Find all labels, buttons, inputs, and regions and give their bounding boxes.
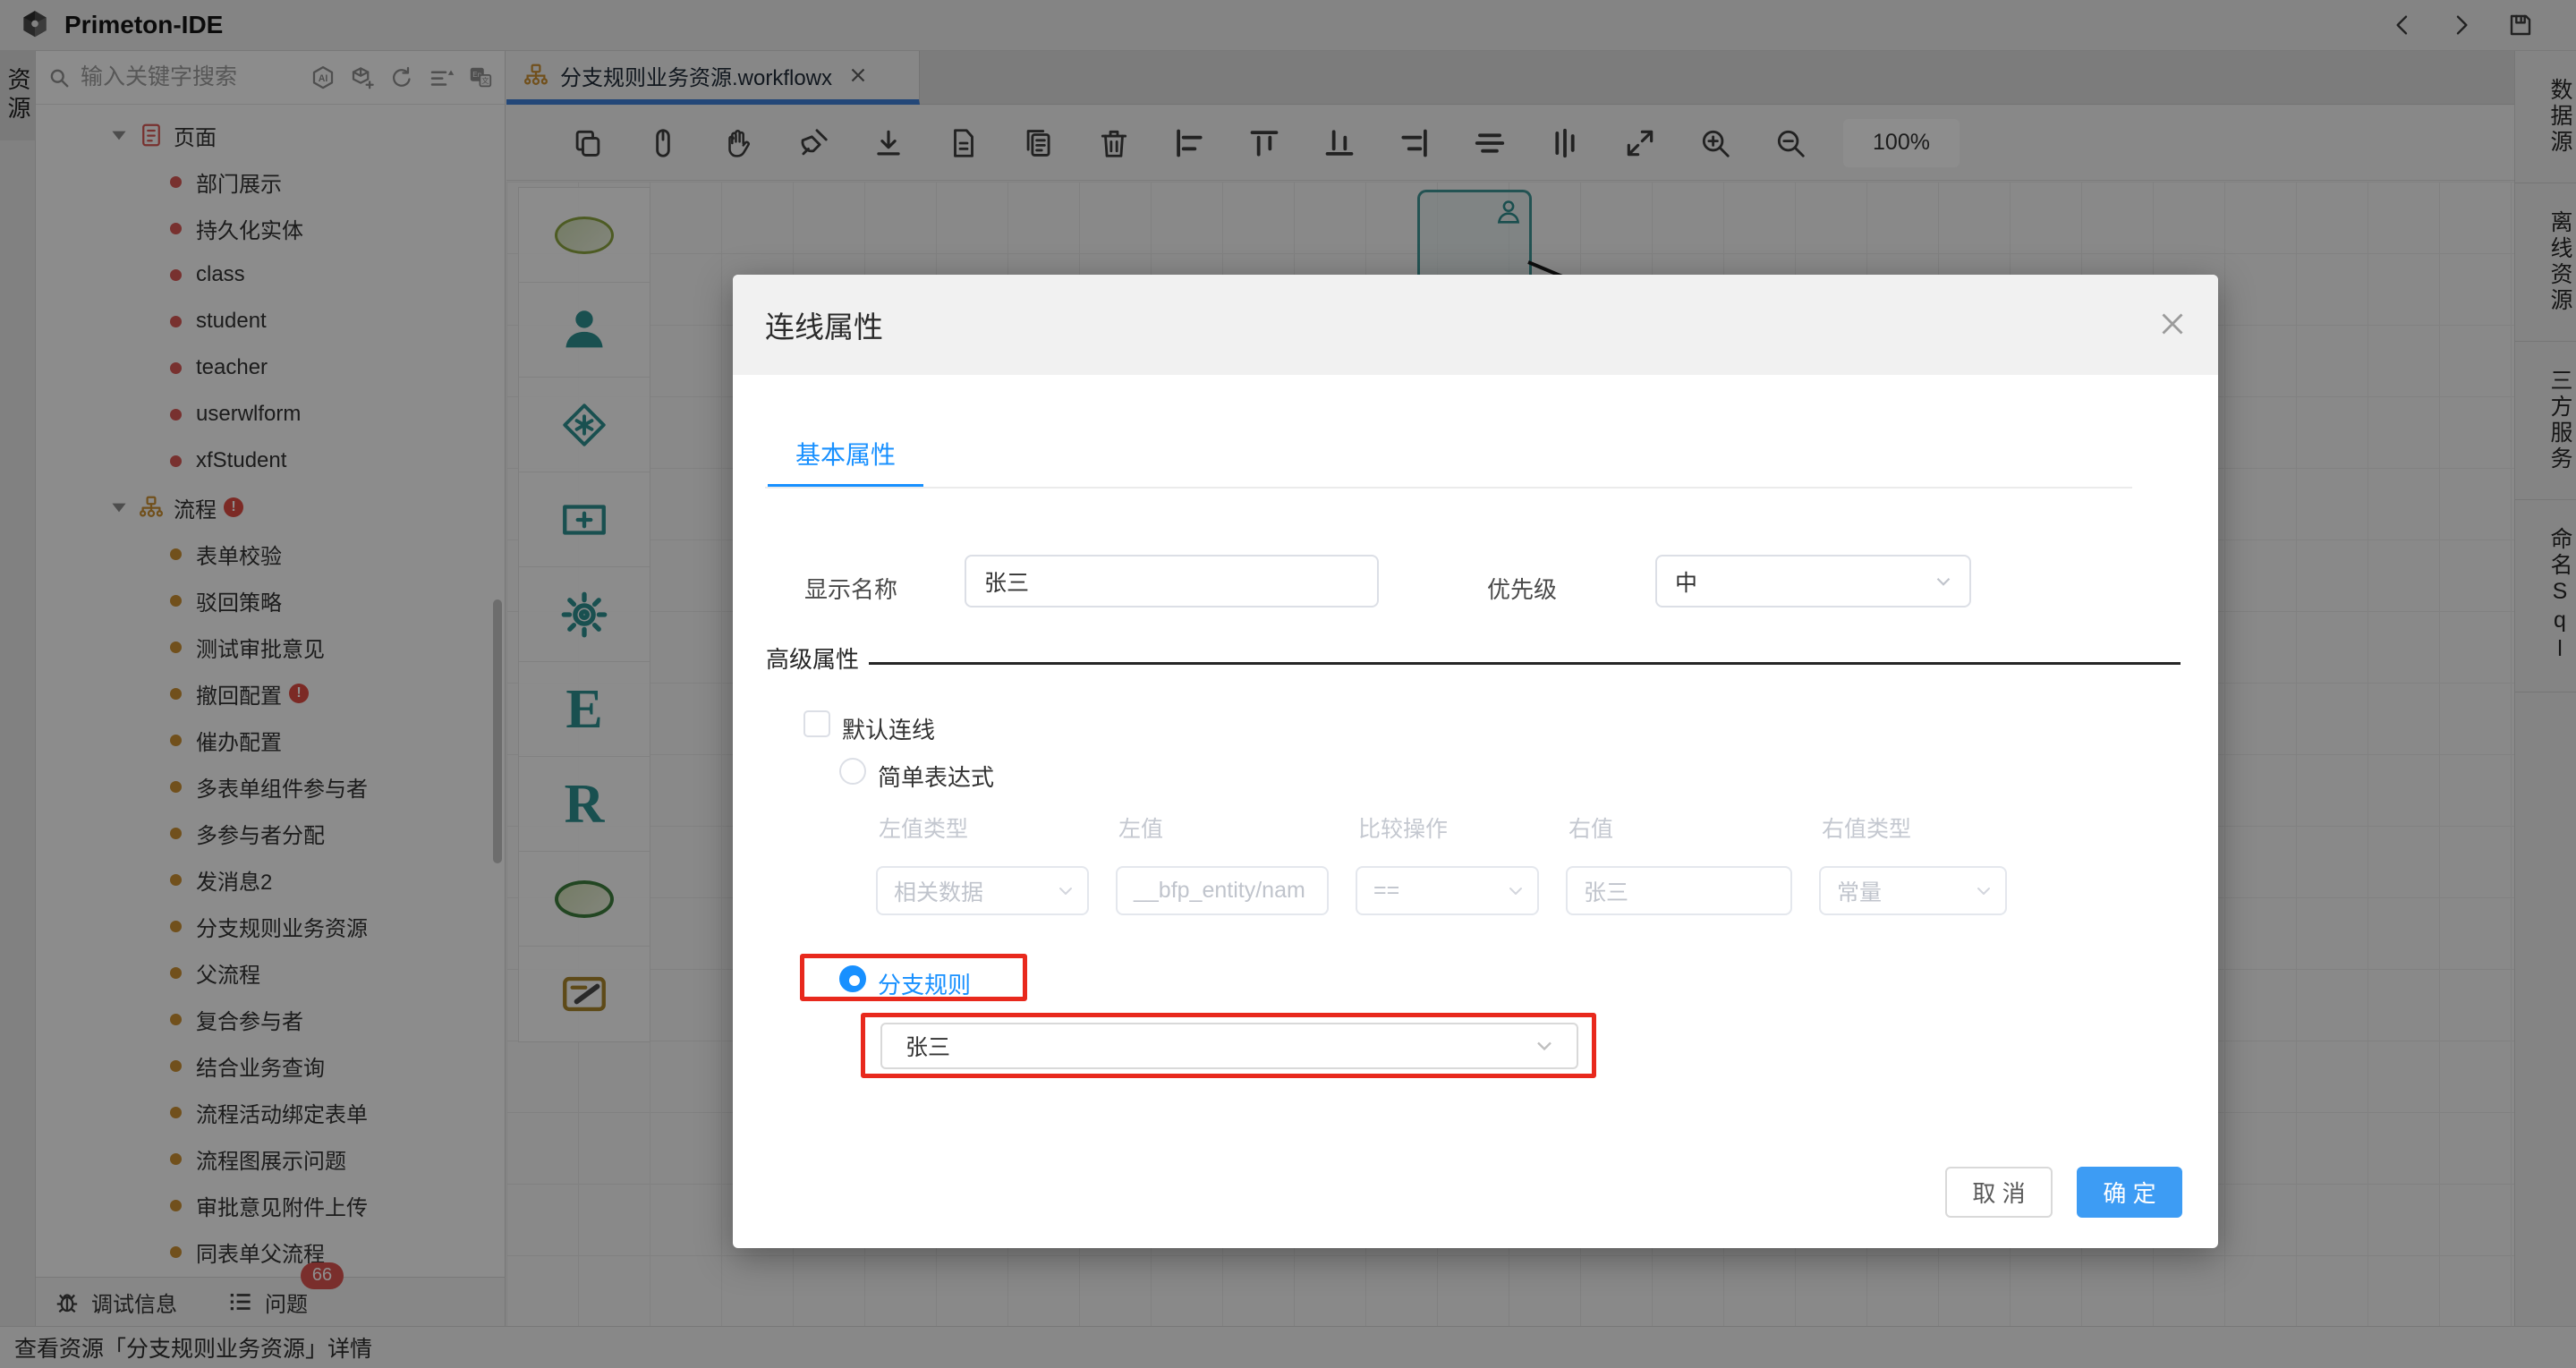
expression-header: 右值 <box>1569 817 1614 842</box>
display-name-input[interactable] <box>965 555 1379 608</box>
expression-column-4: 右值类型常量 <box>1819 811 2007 915</box>
expression-header: 左值类型 <box>879 817 969 842</box>
expression-column-3: 右值张三 <box>1566 811 1792 915</box>
branch-rule-highlight <box>800 954 1027 1001</box>
expression-column-2: 比较操作 == <box>1356 811 1539 915</box>
priority-select[interactable]: 中 <box>1655 555 1971 608</box>
expression-value: 常量 <box>1837 879 1883 905</box>
expression-column-1: 左值 __bfp_entity/nam <box>1116 811 1329 915</box>
chevron-down-icon <box>1505 880 1526 902</box>
connection-properties-dialog: 连线属性 基本属性 显示名称 优先级 中 高级属性 默认连线 简单表达式 左值类… <box>733 275 2218 1248</box>
dialog-title: 连线属性 <box>765 310 883 344</box>
expression-select[interactable]: 常量 <box>1819 866 2007 915</box>
cancel-button[interactable]: 取 消 <box>1945 1167 2053 1218</box>
advanced-section-divider <box>869 662 2181 665</box>
simple-expression-label: 简单表达式 <box>878 764 995 791</box>
chevron-down-icon <box>1973 880 1994 902</box>
ok-button[interactable]: 确 定 <box>2077 1167 2182 1218</box>
expression-column-0: 左值类型相关数据 <box>876 811 1089 915</box>
expression-header: 左值 <box>1118 817 1164 842</box>
simple-expression-radio[interactable] <box>839 758 866 785</box>
chevron-down-icon <box>1055 880 1076 902</box>
chevron-down-icon <box>1932 570 1955 593</box>
expression-row: 左值类型 相关数据 左值 __bfp_entity/nam 比较操作 == 右值 张三 右值类型… <box>876 811 2007 915</box>
default-line-label: 默认连线 <box>842 717 936 743</box>
priority-value: 中 <box>1675 570 1698 596</box>
default-line-checkbox[interactable] <box>803 710 830 737</box>
priority-label: 优先级 <box>1487 576 1558 603</box>
expression-select[interactable]: == <box>1356 866 1539 915</box>
branch-rule-select-highlight <box>861 1013 1596 1078</box>
dialog-header: 连线属性 <box>733 275 2218 375</box>
expression-value: == <box>1373 878 1400 903</box>
expression-value: __bfp_entity/nam <box>1134 878 1305 903</box>
expression-input[interactable]: __bfp_entity/nam <box>1116 866 1329 915</box>
display-name-label: 显示名称 <box>804 576 898 603</box>
tab-divider <box>765 487 2132 489</box>
app-window: Primeton-IDE 资源 AIEn文 页面部门展示持久化实体classst… <box>0 0 2576 1368</box>
advanced-section-label: 高级属性 <box>766 646 860 673</box>
expression-value: 张三 <box>1584 879 1629 905</box>
dialog-close-icon[interactable] <box>2154 305 2191 343</box>
expression-value: 相关数据 <box>894 879 984 905</box>
expression-select[interactable]: 相关数据 <box>876 866 1089 915</box>
tab-basic-properties[interactable]: 基本属性 <box>768 425 923 482</box>
expression-header: 比较操作 <box>1358 817 1449 842</box>
expression-header: 右值类型 <box>1822 817 1912 842</box>
expression-input[interactable]: 张三 <box>1566 866 1792 915</box>
